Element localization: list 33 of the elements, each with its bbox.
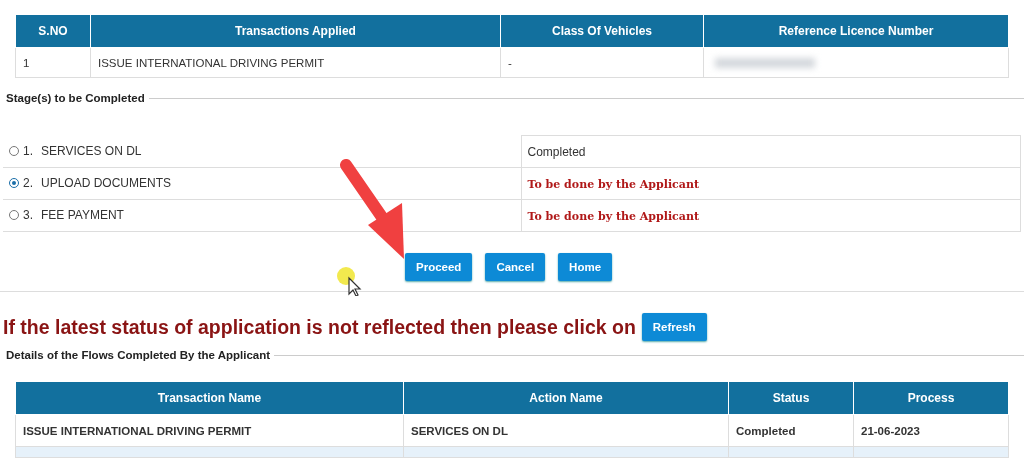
column-header: Action Name [403,382,729,415]
refresh-button[interactable]: Refresh [641,313,707,341]
stage-number: 2. [23,176,33,190]
status-notice: If the latest status of application is not reflected then please click on [3,315,636,339]
table-cell: 21-06-2023 [853,414,1009,447]
stage-name: SERVICES ON DL [41,144,142,158]
column-header: Class Of Vehicles [500,15,704,48]
section-legend: Stage(s) to be Completed [6,92,145,104]
column-header: Reference Licence Number [703,15,1009,48]
table-cell: ISSUE INTERNATIONAL DRIVING PERMIT [90,47,501,78]
table-cell: 1 [15,47,91,78]
cursor-icon [348,276,362,296]
section-legend: Details of the Flows Completed By the Applicant [6,349,271,361]
stage-status: To be done by the Applicant [527,209,699,223]
column-header: Status [728,382,854,415]
stage-number: 3. [23,208,33,222]
table-cell: ISSUE INTERNATIONAL DRIVING PERMIT [15,414,404,447]
column-header: Transactions Applied [90,15,501,48]
column-header: S.NO [15,15,91,48]
table-cell: Completed [728,414,854,447]
proceed-button[interactable]: Proceed [405,253,473,281]
click-highlight [337,267,355,285]
stage-number: 1. [23,144,33,158]
stage-status: Completed [527,144,586,159]
stage-status: To be done by the Applicant [527,177,699,191]
stage-name: FEE PAYMENT [41,208,124,222]
home-button[interactable]: Home [558,253,613,281]
table-cell: SERVICES ON DL [403,414,729,447]
column-header: Process [853,382,1009,415]
table-cell: - [500,47,704,78]
stage-name: UPLOAD DOCUMENTS [41,176,172,190]
cancel-button[interactable]: Cancel [485,253,546,281]
column-header: Transaction Name [15,382,404,415]
